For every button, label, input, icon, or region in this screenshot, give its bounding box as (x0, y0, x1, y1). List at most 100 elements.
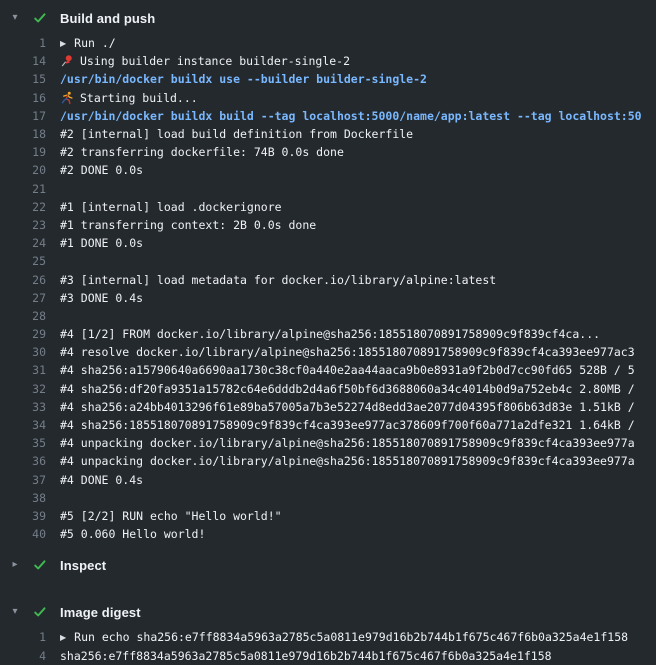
log-line: 18 #2 [internal] load build definition fr… (0, 125, 656, 143)
log-line: 21 (0, 180, 656, 198)
runner-icon (60, 91, 74, 105)
log-line-content: #1 DONE 0.0s (60, 236, 143, 250)
log-text: #4 sha256:a15790640a6690aa1730c38cf0a440… (60, 363, 635, 377)
line-number[interactable]: 38 (0, 491, 46, 505)
line-number[interactable]: 31 (0, 363, 46, 377)
line-number[interactable]: 34 (0, 418, 46, 432)
section-title: Inspect (60, 558, 106, 573)
log-line: 15/usr/bin/docker buildx use --builder b… (0, 70, 656, 88)
log-line-content: #4 sha256:df20fa9351a15782c64e6dddb2d4a6… (60, 382, 635, 396)
log-line-content: #5 [2/2] RUN echo "Hello world!" (60, 509, 282, 523)
line-number[interactable]: 14 (0, 54, 46, 68)
section-header-inspect[interactable]: ▸Inspect (0, 556, 656, 574)
line-number[interactable]: 25 (0, 254, 46, 268)
log-text: Run ./ (74, 36, 116, 50)
log-line-content: Using builder instance builder-single-2 (60, 54, 350, 68)
log-line: 16 Starting build... (0, 89, 656, 107)
line-number[interactable]: 17 (0, 109, 46, 123)
log-line-content: #3 [internal] load metadata for docker.i… (60, 273, 496, 287)
log-line-content: #4 DONE 0.4s (60, 473, 143, 487)
line-number[interactable]: 30 (0, 345, 46, 359)
line-number[interactable]: 22 (0, 200, 46, 214)
line-number[interactable]: 36 (0, 454, 46, 468)
line-number[interactable]: 26 (0, 273, 46, 287)
line-number[interactable]: 16 (0, 91, 46, 105)
log-line: 4 sha256:e7ff8834a5963a2785c5a0811e979d16… (0, 646, 656, 664)
log-line-content: #2 DONE 0.0s (60, 163, 143, 177)
line-number[interactable]: 1 (0, 630, 46, 644)
line-number[interactable]: 29 (0, 327, 46, 341)
log-text: #4 resolve docker.io/library/alpine@sha2… (60, 345, 635, 359)
log-line-content: #4 sha256:a24bb4013296f61e89ba57005a7b3e… (60, 400, 635, 414)
line-number[interactable]: 4 (0, 649, 46, 663)
line-number[interactable]: 35 (0, 436, 46, 450)
log-text: #3 [internal] load metadata for docker.i… (60, 273, 496, 287)
check-icon (33, 558, 47, 572)
line-number[interactable]: 37 (0, 473, 46, 487)
workflow-log-viewer: ▾Build and push1▶Run ./14Using builder i… (0, 0, 656, 665)
log-text: #3 DONE 0.4s (60, 291, 143, 305)
log-line: 19 #2 transferring dockerfile: 74B 0.0s d… (0, 143, 656, 161)
line-number[interactable]: 15 (0, 72, 46, 86)
section-title: Image digest (60, 605, 141, 620)
expand-group-icon[interactable]: ▶ (60, 633, 66, 642)
log-text: #4 sha256:a24bb4013296f61e89ba57005a7b3e… (60, 400, 635, 414)
log-line-content: #4 sha256:a15790640a6690aa1730c38cf0a440… (60, 363, 635, 377)
check-icon (33, 11, 47, 25)
line-number[interactable]: 39 (0, 509, 46, 523)
log-text: #1 [internal] load .dockerignore (60, 200, 282, 214)
log-text: #4 sha256:df20fa9351a15782c64e6dddb2d4a6… (60, 382, 635, 396)
log-text: #4 sha256:185518070891758909c9f839cf4ca3… (60, 418, 635, 432)
line-number[interactable]: 40 (0, 527, 46, 541)
line-number[interactable]: 33 (0, 400, 46, 414)
line-number[interactable]: 18 (0, 127, 46, 141)
line-number[interactable]: 24 (0, 236, 46, 250)
log-line-content: #4 unpacking docker.io/library/alpine@sh… (60, 436, 635, 450)
log-line-content: sha256:e7ff8834a5963a2785c5a0811e979d16b… (60, 649, 552, 663)
log-line: 26 #3 [internal] load metadata for docker… (0, 270, 656, 288)
log-line-content: Starting build... (60, 91, 198, 105)
log-line-content: #4 sha256:185518070891758909c9f839cf4ca3… (60, 418, 635, 432)
line-number[interactable]: 28 (0, 309, 46, 323)
log-line: 39 #5 [2/2] RUN echo "Hello world!" (0, 507, 656, 525)
section-log-lines: 1 ▶Run echo sha256:e7ff8834a5963a2785c5a0… (0, 628, 656, 664)
log-line: 38 (0, 489, 656, 507)
log-line: 28 (0, 307, 656, 325)
log-line-content: /usr/bin/docker buildx use --builder bui… (60, 72, 427, 86)
log-line-content: #2 [internal] load build definition from… (60, 127, 413, 141)
line-number[interactable]: 23 (0, 218, 46, 232)
log-text: #2 transferring dockerfile: 74B 0.0s don… (60, 145, 344, 159)
line-number[interactable]: 21 (0, 182, 46, 196)
log-line: 37 #4 DONE 0.4s (0, 471, 656, 489)
log-section: ▾ Image digest 1 ▶Run echo sha256:e7ff8834a… (0, 603, 656, 664)
log-line: 29#4 [1/2] FROM docker.io/library/alpine… (0, 325, 656, 343)
log-line: 25 (0, 252, 656, 270)
line-number[interactable]: 27 (0, 291, 46, 305)
log-line-content: /usr/bin/docker buildx build --tag local… (60, 109, 642, 123)
log-line: 20 #2 DONE 0.0s (0, 161, 656, 179)
log-line-content: #2 transferring dockerfile: 74B 0.0s don… (60, 145, 344, 159)
log-line-content: #4 unpacking docker.io/library/alpine@sh… (60, 454, 635, 468)
section-header-build-and-push[interactable]: ▾Build and push (0, 9, 656, 27)
log-text: #1 transferring context: 2B 0.0s done (60, 218, 316, 232)
log-line: 17/usr/bin/docker buildx build --tag loc… (0, 107, 656, 125)
section-header-image-digest[interactable]: ▾ Image digest (0, 603, 656, 621)
line-number[interactable]: 1 (0, 36, 46, 50)
chevron-down-icon: ▾ (9, 13, 21, 23)
log-text: Starting build... (80, 91, 198, 105)
line-number[interactable]: 32 (0, 382, 46, 396)
pushpin-icon (60, 54, 74, 68)
log-line: 40#5 0.060 Hello world! (0, 525, 656, 543)
log-line: 22 #1 [internal] load .dockerignore (0, 198, 656, 216)
log-section: ▸Inspect (0, 556, 656, 574)
expand-group-icon[interactable]: ▶ (60, 39, 66, 48)
log-text: #4 unpacking docker.io/library/alpine@sh… (60, 454, 635, 468)
chevron-down-icon: ▾ (9, 607, 21, 617)
check-icon (33, 605, 47, 619)
line-number[interactable]: 20 (0, 163, 46, 177)
section-log-lines: 1 ▶ Run ./ 14 Using builder instance builder… (0, 34, 656, 543)
log-line-content: ▶ Run ./ (60, 36, 116, 50)
line-number[interactable]: 19 (0, 145, 46, 159)
log-line-content: ▶Run echo sha256:e7ff8834a5963a2785c5a08… (60, 630, 628, 644)
log-line: 31 #4 sha256:a15790640a6690aa1730c38cf0a4… (0, 361, 656, 379)
